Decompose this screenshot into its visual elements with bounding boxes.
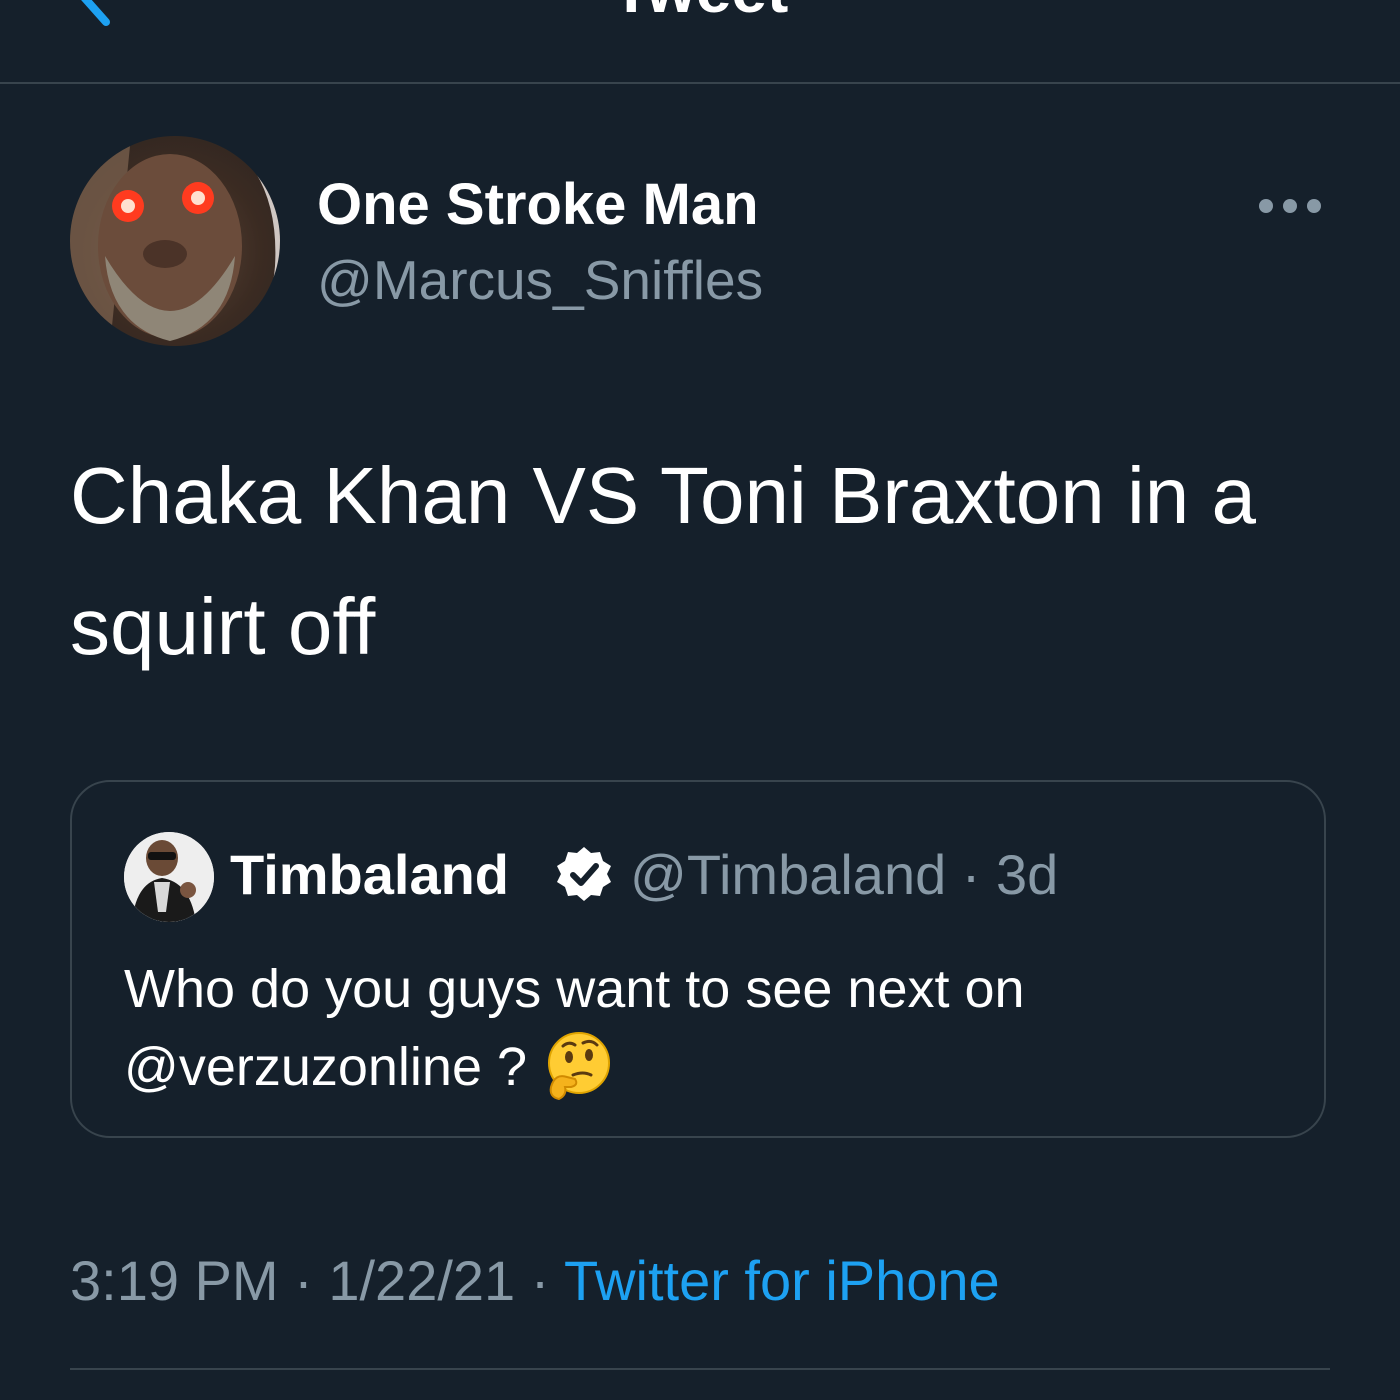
tweet-date: 1/22/21 — [328, 1249, 516, 1312]
tweet-timestamp-row: 3:19 PM · 1/22/21 · Twitter for iPhone — [70, 1246, 1000, 1316]
more-icon — [1259, 199, 1321, 213]
top-bar: Tweet — [0, 0, 1400, 84]
quoted-author-avatar — [124, 832, 214, 922]
meta-separator: · — [961, 843, 981, 906]
verified-icon — [557, 847, 611, 901]
quoted-age: 3d — [996, 843, 1059, 906]
quoted-meta: @Timbaland · 3d — [630, 842, 1058, 908]
quoted-avatar-image — [124, 832, 214, 922]
meta-separator: · — [294, 1249, 313, 1312]
quoted-display-name: Timbaland — [230, 843, 510, 906]
page-title: Tweet — [0, 0, 1400, 22]
tweet-source-link[interactable]: Twitter for iPhone — [564, 1249, 1000, 1312]
tweet-time: 3:19 PM — [70, 1249, 279, 1312]
avatar-image — [70, 136, 280, 346]
quoted-tweet-card[interactable]: Timbaland @Timbaland · 3d Who do you guy… — [70, 780, 1326, 1138]
verified-badge — [554, 844, 614, 904]
thinking-face-icon — [541, 1029, 615, 1103]
quoted-handle: @Timbaland — [630, 843, 947, 906]
author-handle[interactable]: @Marcus_Sniffles — [317, 248, 763, 312]
quoted-tweet-text: Who do you guys want to see next on @ver… — [124, 950, 1304, 1106]
author-display-name[interactable]: One Stroke Man — [317, 172, 759, 238]
tweet-text: Chaka Khan VS Toni Braxton in a squirt o… — [70, 451, 1256, 671]
meta-separator: · — [530, 1249, 550, 1312]
author-avatar[interactable] — [70, 136, 280, 346]
more-options-button[interactable] — [1252, 190, 1332, 222]
divider — [70, 1368, 1330, 1370]
tweet-detail-screen: Tweet One Stroke Man @Marcus_Sniffles Ch… — [0, 0, 1400, 1400]
